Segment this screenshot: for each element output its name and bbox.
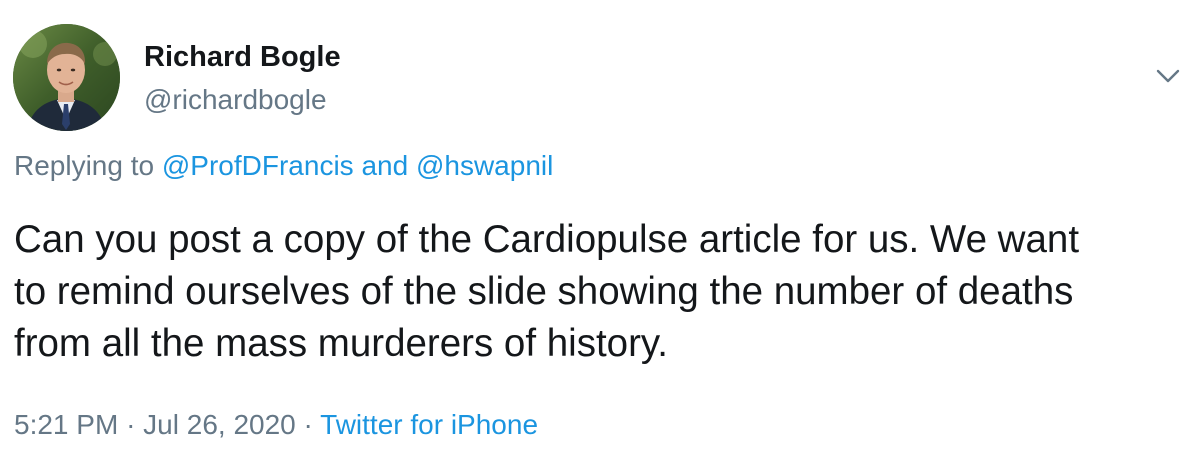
tweet-text-line: Can you post a copy of the Cardiopulse a…: [14, 218, 1080, 261]
chevron-down-icon[interactable]: [1154, 64, 1182, 88]
meta-separator: ·: [303, 409, 313, 440]
replying-to-label: Replying to: [14, 150, 155, 181]
tweet-source-link[interactable]: Twitter for iPhone: [320, 409, 538, 440]
mention-link-hswapnil[interactable]: @hswapnil: [416, 150, 553, 181]
mention-joiner[interactable]: and: [361, 150, 408, 181]
tweet-card: Richard Bogle @richardbogle Replying to …: [0, 0, 1200, 471]
author-display-name[interactable]: Richard Bogle: [144, 39, 341, 75]
tweet-time[interactable]: 5:21 PM: [14, 409, 118, 440]
avatar[interactable]: [13, 24, 120, 131]
tweet-meta: 5:21 PM · Jul 26, 2020 · Twitter for iPh…: [14, 405, 538, 445]
tweet-text: Can you post a copy of the Cardiopulse a…: [14, 214, 1184, 370]
tweet-text-line: to remind ourselves of the slide showing…: [14, 270, 1074, 313]
meta-separator: ·: [126, 409, 136, 440]
tweet-text-line: from all the mass murderers of history.: [14, 322, 668, 365]
avatar-photo: [13, 24, 120, 131]
tweet-date[interactable]: Jul 26, 2020: [143, 409, 296, 440]
replying-to-line: Replying to @ProfDFrancis and @hswapnil: [14, 146, 553, 186]
author-handle[interactable]: @richardbogle: [144, 83, 327, 117]
mention-link-profdfrancis[interactable]: @ProfDFrancis: [162, 150, 354, 181]
